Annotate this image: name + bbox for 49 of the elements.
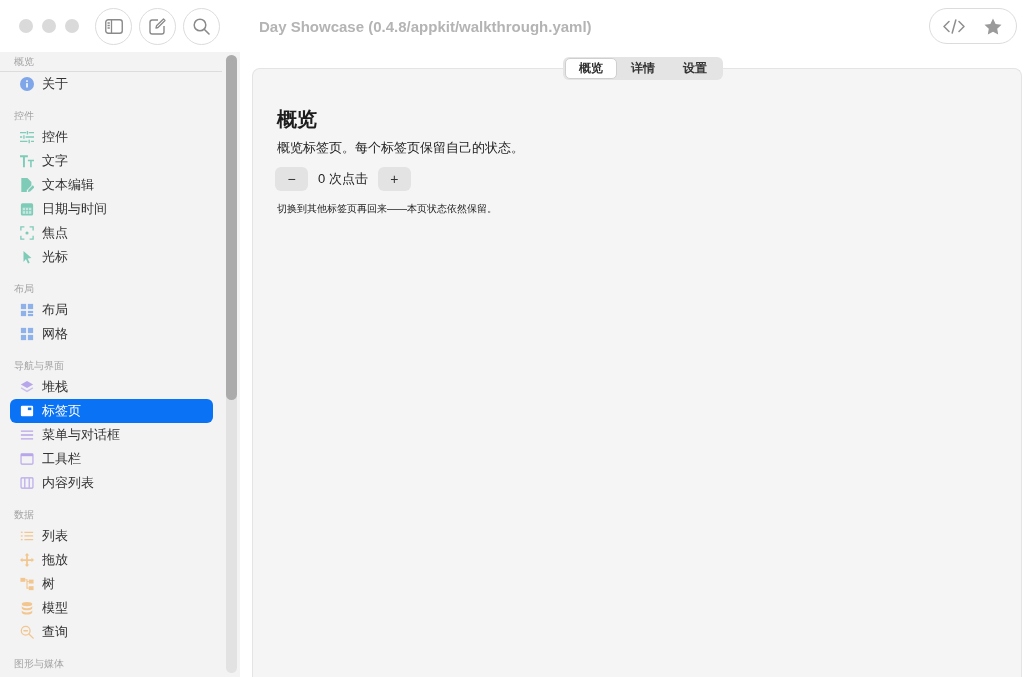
sidebar-toggle-button[interactable] [95, 7, 132, 45]
minimize-button[interactable] [42, 19, 56, 33]
sidebar-item[interactable]: 内容列表 [10, 471, 213, 495]
scrollbar-thumb[interactable] [226, 55, 237, 400]
section-header: 图形与媒体 [13, 657, 65, 671]
sidebar-item[interactable]: 列表 [10, 524, 213, 548]
sidebar-item[interactable]: 树 [10, 572, 213, 596]
sidebar-item[interactable]: 布局 [10, 298, 213, 322]
tab[interactable]: 详情 [617, 58, 669, 79]
compose-icon [149, 17, 166, 35]
tab[interactable]: 概览 [565, 58, 617, 79]
page-heading: 概览 [277, 107, 318, 131]
search-icon [193, 17, 210, 35]
click-count: 0 次点击 [318, 170, 368, 188]
sidebar-item[interactable]: 菜单与对话框 [10, 423, 213, 447]
sidebar-item[interactable]: 堆栈 [10, 375, 213, 399]
window-title: Day Showcase (0.4.8/appkit/walkthrough.yaml) [259, 17, 593, 35]
section-header: 控件 [13, 109, 35, 123]
sidebar-item[interactable]: 标签页 [10, 399, 213, 423]
sidebar-icon [104, 18, 123, 34]
sidebar-item[interactable]: 日期与时间 [10, 197, 213, 221]
sidebar-item[interactable]: 文字 [10, 149, 213, 173]
section-header: 概览 [0, 52, 222, 72]
decrement-button[interactable]: − [275, 167, 308, 191]
sidebar-item[interactable]: 焦点 [10, 221, 213, 245]
sidebar-item[interactable]: 光标 [10, 245, 213, 269]
sidebar-item[interactable]: 网格 [10, 322, 213, 346]
section-header: 布局 [13, 282, 35, 296]
note-text: 切换到其他标签页再回来——本页状态依然保留。 [277, 202, 498, 216]
tab[interactable]: 设置 [669, 58, 721, 79]
scrollbar-track[interactable] [226, 55, 237, 673]
code-icon [942, 18, 965, 34]
sidebar-item[interactable]: 工具栏 [10, 447, 213, 471]
compose-button[interactable] [139, 7, 176, 45]
search-button[interactable] [183, 7, 220, 45]
description-text: 概览标签页。每个标签页保留自己的状态。 [277, 140, 525, 156]
sidebar-item[interactable]: 控件 [10, 125, 213, 149]
maximize-button[interactable] [65, 19, 79, 33]
section-header: 数据 [13, 508, 35, 522]
sidebar-item[interactable]: 拖放 [10, 548, 213, 572]
window-tab-icon [20, 404, 34, 418]
star-icon [983, 17, 1002, 35]
close-button[interactable] [19, 19, 33, 33]
sidebar-item[interactable]: 查询 [10, 620, 213, 644]
increment-button[interactable]: + [377, 167, 411, 191]
sidebar-item[interactable]: 关于 [10, 72, 213, 96]
section-header: 导航与界面 [13, 359, 65, 373]
sidebar-item[interactable]: 文本编辑 [10, 173, 213, 197]
sidebar-item[interactable]: 模型 [10, 596, 213, 620]
